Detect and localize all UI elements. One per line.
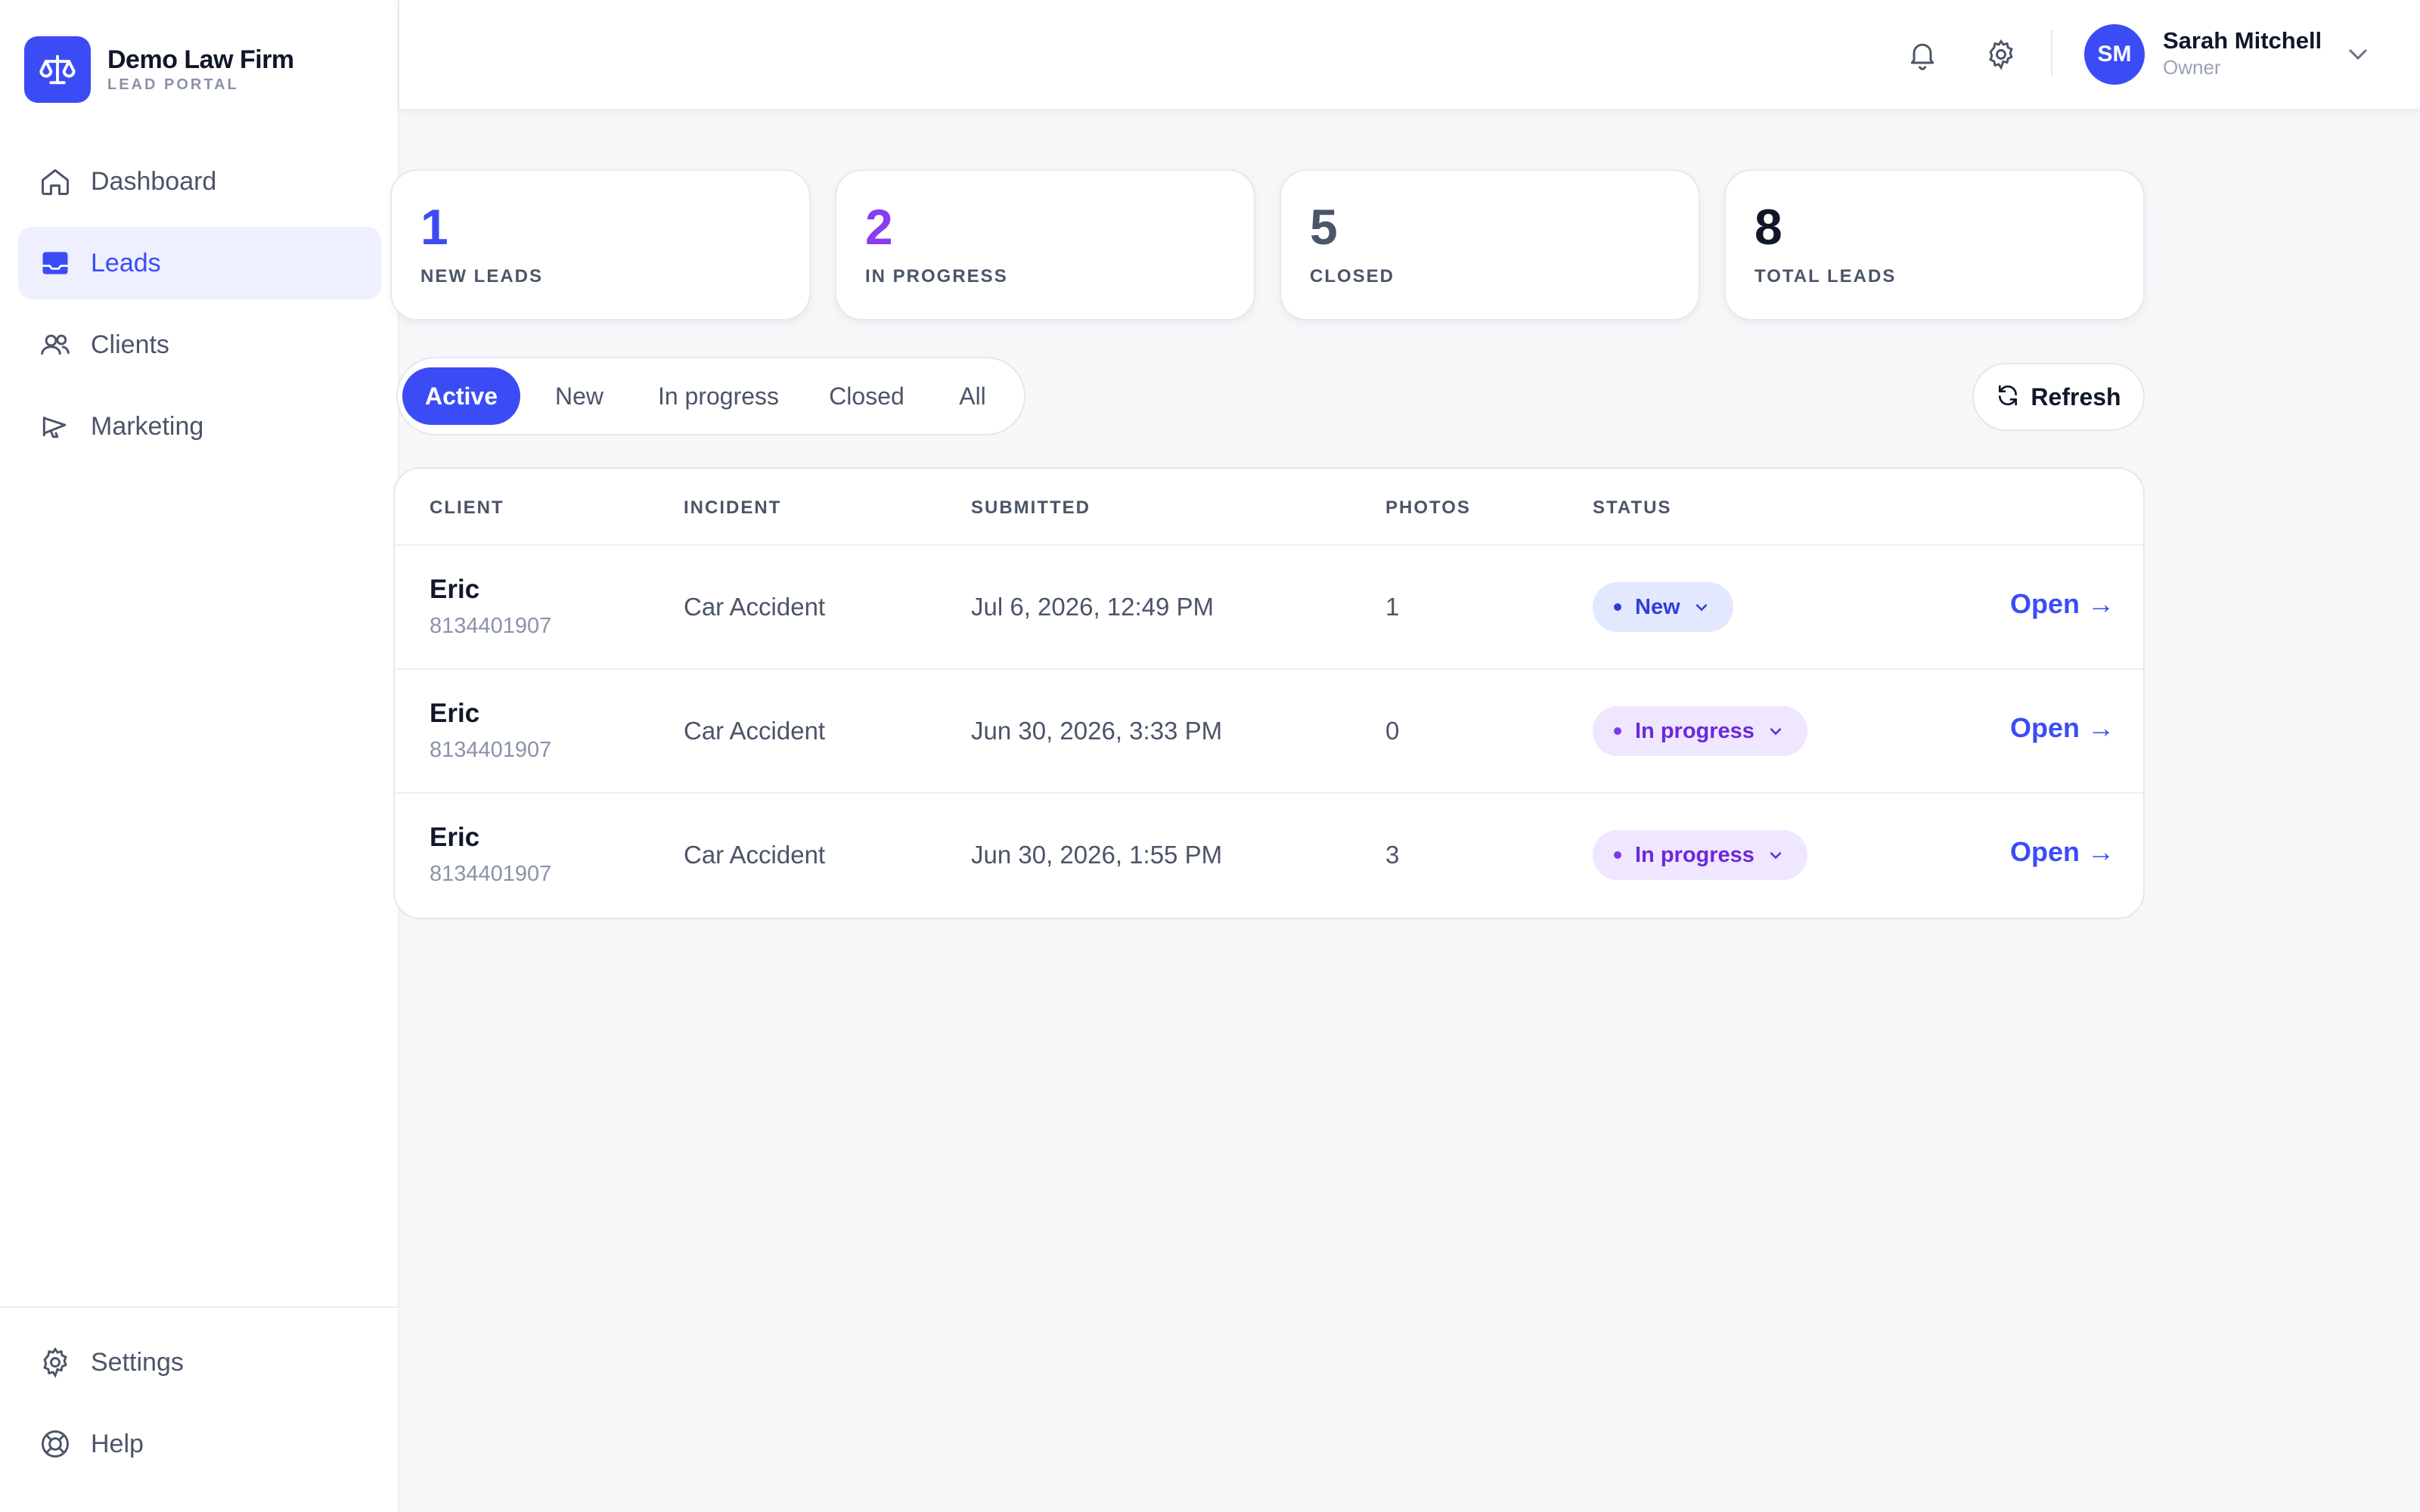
stat-label: TOTAL LEADS [1754, 266, 1897, 287]
status-label: In progress [1635, 718, 1754, 743]
sidebar-item-clients[interactable]: Clients [18, 308, 381, 381]
inbox-icon [38, 246, 73, 280]
tab-in-progress[interactable]: In progress [638, 367, 799, 425]
column-header-status[interactable]: STATUS [1593, 497, 1671, 519]
app-root: Demo Law Firm LEAD PORTAL Dashboard Lead… [0, 0, 2420, 1512]
column-header-submitted[interactable]: SUBMITTED [971, 497, 1091, 519]
chevron-down-icon[interactable] [2343, 39, 2373, 70]
tab-active[interactable]: Active [402, 367, 520, 425]
bell-icon[interactable] [1904, 36, 1941, 73]
stat-value: 5 [1310, 199, 1338, 255]
client-name: Eric [430, 699, 480, 728]
photos-cell: 3 [1385, 841, 1400, 869]
stat-label: IN PROGRESS [865, 266, 1008, 287]
table-row[interactable]: Eric 8134401907 Car Accident Jun 30, 202… [395, 794, 2143, 918]
chevron-down-icon [1765, 844, 1786, 866]
client-phone: 8134401907 [430, 738, 552, 762]
column-header-client[interactable]: CLIENT [430, 497, 504, 519]
stat-card-new-leads: 1 NEW LEADS [390, 169, 811, 321]
stat-value: 1 [420, 199, 448, 255]
sidebar-item-label: Clients [91, 330, 169, 359]
column-header-photos[interactable]: PHOTOS [1385, 497, 1471, 519]
users-icon [38, 327, 73, 362]
sidebar-item-settings[interactable]: Settings [18, 1326, 380, 1399]
sidebar-footer: Settings Help [0, 1306, 398, 1512]
client-phone: 8134401907 [430, 862, 552, 886]
brand-name: Demo Law Firm [107, 45, 294, 74]
sidebar-nav: Dashboard Leads Clients Marketing [18, 145, 381, 472]
open-lead-link[interactable]: Open → [2010, 712, 2114, 744]
home-icon [38, 164, 73, 199]
refresh-button[interactable]: Refresh [1972, 363, 2145, 431]
sidebar-item-label: Help [91, 1429, 144, 1458]
tab-all[interactable]: All [935, 367, 1010, 425]
chevron-down-icon [1691, 596, 1712, 618]
stat-label: CLOSED [1310, 266, 1395, 287]
table-header: CLIENT INCIDENT SUBMITTED PHOTOS STATUS [395, 469, 2143, 546]
open-lead-link[interactable]: Open → [2010, 836, 2114, 868]
table-row[interactable]: Eric 8134401907 Car Accident Jun 30, 202… [395, 670, 2143, 794]
avatar[interactable]: SM [2084, 24, 2145, 85]
lifebuoy-icon [38, 1427, 73, 1461]
top-header: SM Sarah Mitchell Owner [399, 0, 2420, 109]
incident-cell: Car Accident [684, 841, 826, 869]
submitted-cell: Jun 30, 2026, 3:33 PM [971, 717, 1223, 745]
status-dot [1614, 851, 1621, 859]
client-name: Eric [430, 823, 480, 852]
filter-tabs: Active New In progress Closed All [396, 357, 1025, 435]
stat-card-total-leads: 8 TOTAL LEADS [1724, 169, 2145, 321]
sidebar-item-marketing[interactable]: Marketing [18, 390, 381, 463]
user-role: Owner [2163, 56, 2221, 79]
sidebar-item-leads[interactable]: Leads [18, 227, 381, 299]
status-label: In progress [1635, 842, 1754, 867]
stat-card-closed: 5 CLOSED [1280, 169, 1700, 321]
user-name[interactable]: Sarah Mitchell [2163, 27, 2322, 54]
sidebar-item-label: Marketing [91, 411, 204, 441]
sidebar-item-help[interactable]: Help [18, 1408, 380, 1480]
stat-label: NEW LEADS [420, 266, 543, 287]
status-dot [1614, 603, 1621, 611]
sidebar-item-label: Settings [91, 1347, 184, 1377]
sidebar-item-label: Dashboard [91, 166, 217, 196]
stat-card-in-progress: 2 IN PROGRESS [835, 169, 1255, 321]
brand[interactable]: Demo Law Firm LEAD PORTAL [24, 36, 294, 103]
photos-cell: 1 [1385, 593, 1400, 621]
client-phone: 8134401907 [430, 614, 552, 638]
sidebar-item-label: Leads [91, 248, 161, 277]
column-header-incident[interactable]: INCIDENT [684, 497, 781, 519]
submitted-cell: Jul 6, 2026, 12:49 PM [971, 593, 1215, 621]
leads-table: CLIENT INCIDENT SUBMITTED PHOTOS STATUS … [393, 467, 2145, 919]
refresh-icon [1996, 383, 2020, 411]
tab-closed[interactable]: Closed [809, 367, 924, 425]
incident-cell: Car Accident [684, 593, 826, 621]
gear-icon [38, 1345, 73, 1380]
stat-value: 2 [865, 199, 893, 255]
status-dropdown[interactable]: In progress [1593, 830, 1807, 880]
status-dot [1614, 727, 1621, 735]
incident-cell: Car Accident [684, 717, 826, 745]
refresh-label: Refresh [2031, 383, 2121, 411]
chevron-down-icon [1765, 720, 1786, 742]
status-dropdown[interactable]: In progress [1593, 706, 1807, 756]
table-row[interactable]: Eric 8134401907 Car Accident Jul 6, 2026… [395, 546, 2143, 670]
scales-icon [24, 36, 91, 103]
brand-subtitle: LEAD PORTAL [107, 76, 239, 93]
header-divider [2051, 30, 2052, 76]
photos-cell: 0 [1385, 717, 1400, 745]
megaphone-icon [38, 409, 73, 444]
status-label: New [1635, 594, 1680, 619]
submitted-cell: Jun 30, 2026, 1:55 PM [971, 841, 1223, 869]
open-lead-link[interactable]: Open → [2010, 588, 2114, 620]
tab-new[interactable]: New [532, 367, 626, 425]
gear-icon[interactable] [1983, 36, 2019, 73]
sidebar-item-dashboard[interactable]: Dashboard [18, 145, 381, 218]
status-dropdown[interactable]: New [1593, 582, 1733, 632]
stat-value: 8 [1754, 199, 1782, 255]
client-name: Eric [430, 575, 480, 604]
sidebar: Demo Law Firm LEAD PORTAL Dashboard Lead… [0, 0, 399, 1512]
